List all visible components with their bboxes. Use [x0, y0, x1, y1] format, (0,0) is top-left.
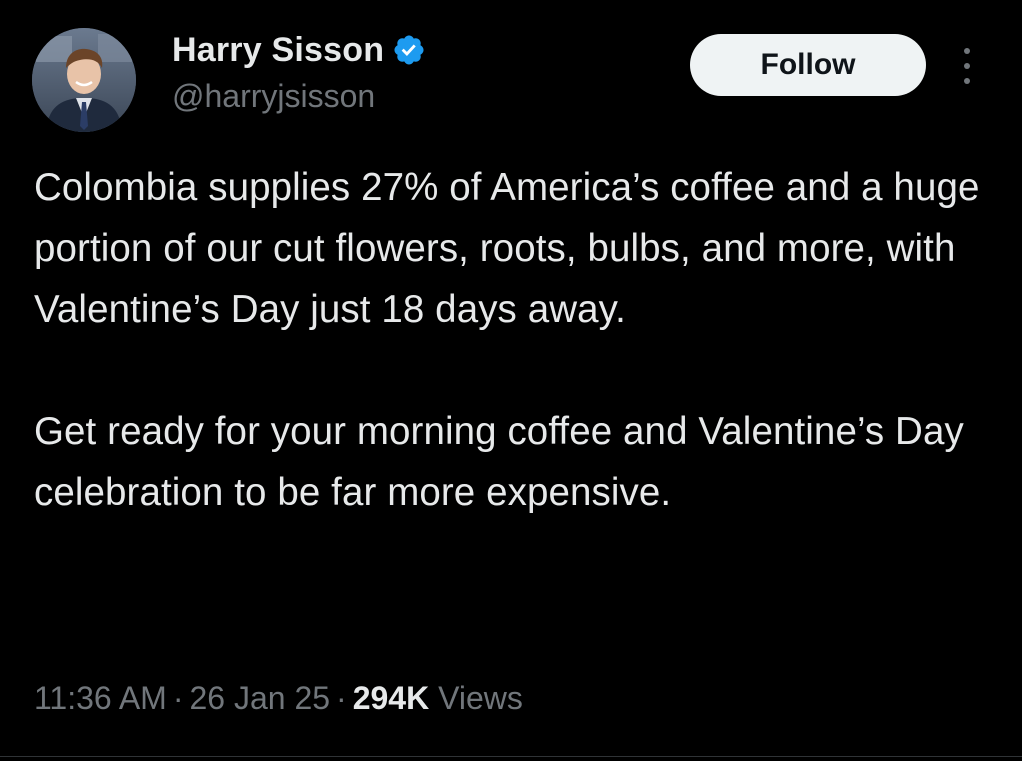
more-dot — [964, 78, 970, 84]
verified-badge-icon — [394, 35, 424, 65]
meta-separator: · — [336, 680, 347, 716]
author-handle[interactable]: @harryjsisson — [172, 78, 375, 115]
meta-separator: · — [172, 680, 184, 716]
tweet-paragraph: Get ready for your morning coffee and Va… — [34, 410, 964, 514]
more-dot — [964, 63, 970, 69]
tweet-text: Colombia supplies 27% of America’s coffe… — [34, 157, 1004, 523]
tweet-card: Harry Sisson @harryjsisson Follow Colomb… — [0, 0, 1022, 761]
views-label[interactable]: Views — [438, 680, 523, 716]
follow-button[interactable]: Follow — [690, 34, 926, 96]
views-count[interactable]: 294K — [353, 680, 430, 716]
more-dot — [964, 48, 970, 54]
divider — [0, 756, 1022, 757]
avatar[interactable] — [32, 28, 136, 132]
tweet-paragraph: Colombia supplies 27% of America’s coffe… — [34, 166, 980, 331]
author-name-row: Harry Sisson — [172, 30, 426, 70]
more-options-icon[interactable] — [952, 44, 982, 88]
tweet-time[interactable]: 11:36 AM — [34, 680, 167, 716]
author-display-name[interactable]: Harry Sisson — [172, 31, 384, 70]
tweet-meta: 11:36 AM · 26 Jan 25 · 294K Views — [34, 680, 523, 717]
avatar-photo-icon — [32, 28, 136, 132]
tweet-date[interactable]: 26 Jan 25 — [189, 680, 330, 716]
